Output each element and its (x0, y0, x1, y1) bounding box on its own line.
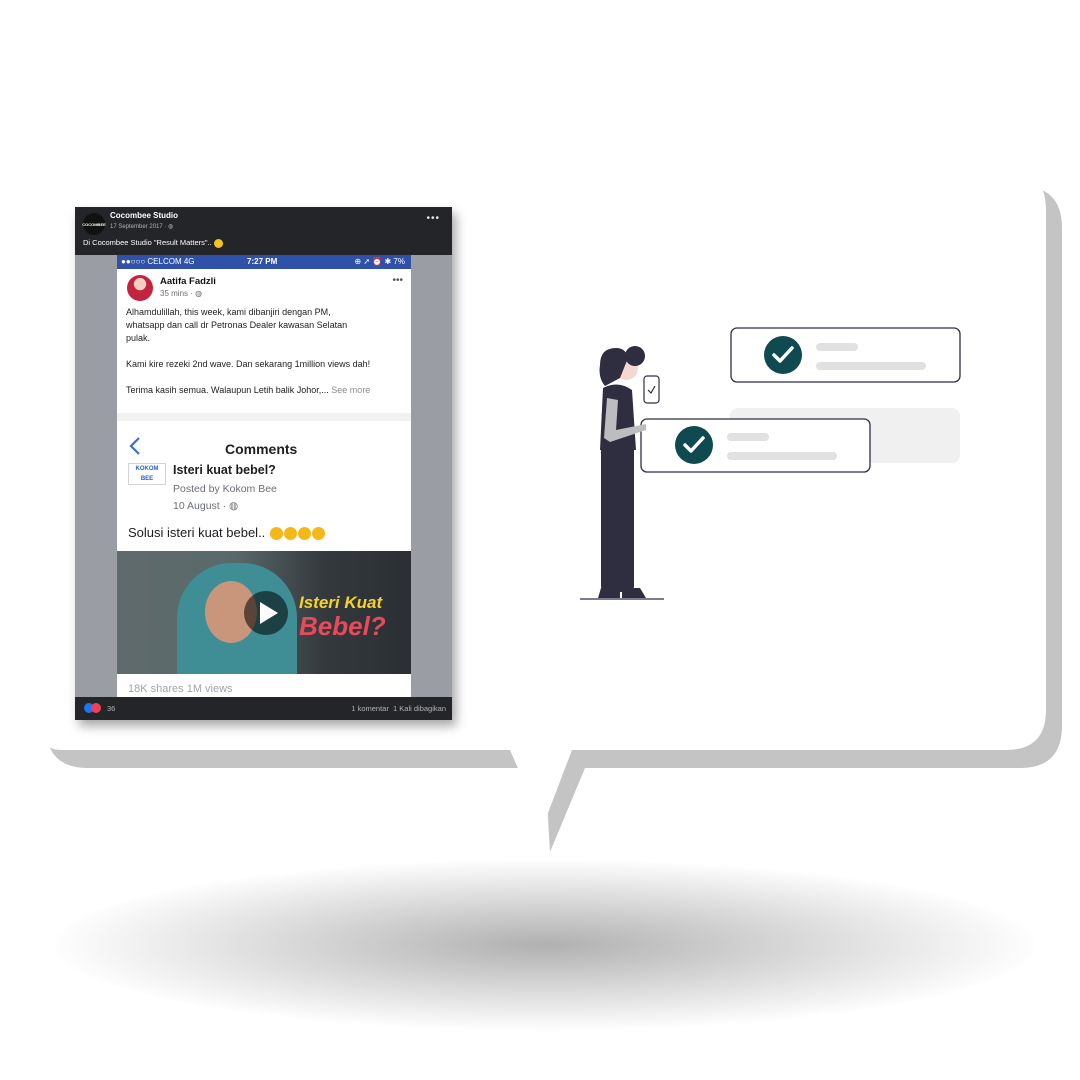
post-line-text: Terima kasih semua. Walaupun Letih balik… (126, 385, 329, 395)
post-text: Di Cocombee Studio "Result Matters".. (83, 238, 223, 248)
caption-text: Solusi isteri kuat bebel.. (128, 525, 266, 540)
page-avatar[interactable]: COCOMBEE (82, 213, 106, 235)
author-avatar (127, 275, 153, 301)
globe-icon: ◍ (195, 289, 203, 298)
author-time: 35 mins · ◍ (160, 289, 202, 298)
post-footer: 36 1 komentar 1 Kali dibagikan (75, 697, 452, 720)
check-circle-icon (675, 426, 713, 464)
shared-post-date: 10 August · ◍ (173, 500, 238, 512)
shared-date-text: 10 August · (173, 500, 230, 512)
back-chevron-icon (129, 437, 140, 455)
post-line: Alhamdulillah, this week, kami dibanjiri… (126, 307, 331, 317)
video-title-line-1: Isteri Kuat (299, 593, 383, 612)
see-more-link: See more (331, 385, 371, 395)
phone-status-bar: ●●○○○ CELCOM 4G 7:27 PM ⊕ ➚ ⏰ ✱ 7% (117, 255, 411, 269)
globe-icon: ◍ (168, 224, 174, 230)
kokom-bee-logo: KOKOM BEE (128, 463, 166, 485)
rofl-emoji-icon (311, 527, 325, 541)
video-thumbnail: Isteri Kuat Bebel? (117, 551, 411, 674)
more-options-icon: ••• (392, 275, 403, 286)
phone-screen: ●●○○○ CELCOM 4G 7:27 PM ⊕ ➚ ⏰ ✱ 7% Aatif… (117, 255, 411, 697)
check-circle-icon (764, 336, 802, 374)
post-date[interactable]: 17 September 2017 · (110, 224, 168, 230)
post-line: pulak. (126, 333, 151, 343)
author-time-text: 35 mins · (160, 289, 196, 298)
embedded-screenshot[interactable]: ●●○○○ CELCOM 4G 7:27 PM ⊕ ➚ ⏰ ✱ 7% Aatif… (75, 255, 452, 697)
play-icon (260, 602, 278, 624)
love-reaction-icon[interactable] (91, 703, 101, 713)
comments-count[interactable]: 1 komentar (351, 704, 389, 713)
post-line: Kami kire rezeki 2nd wave. Dan sekarang … (126, 359, 371, 369)
author-name: Aatifa Fadzli (160, 276, 216, 287)
comment-share-counts: 1 komentar 1 Kali dibagikan (351, 704, 446, 713)
reaction-count[interactable]: 36 (107, 704, 115, 713)
shared-post-title: Isteri kuat bebel? (173, 463, 276, 477)
smile-emoji-icon (213, 238, 223, 248)
comments-title: Comments (225, 441, 298, 457)
post-header: COCOMBEE Cocombee Studio 17 September 20… (75, 207, 452, 255)
facebook-post-card: COCOMBEE Cocombee Studio 17 September 20… (75, 207, 452, 720)
battery-status: ⊕ ➚ ⏰ ✱ 7% (354, 257, 405, 266)
page-name[interactable]: Cocombee Studio (110, 211, 178, 220)
post-line: Terima kasih semua. Walaupun Letih balik… (126, 385, 370, 395)
carrier-label: ●●○○○ CELCOM 4G (121, 257, 195, 266)
shared-post-caption: Solusi isteri kuat bebel.. (128, 525, 325, 541)
video-stats: 18K shares 1M views (128, 683, 233, 695)
laughing-emoji-icon (283, 527, 297, 541)
post-meta: 17 September 2017 · ◍ (110, 223, 173, 230)
laughing-emoji-icon (269, 527, 283, 541)
post-text-content: Di Cocombee Studio "Result Matters".. (83, 238, 212, 247)
globe-icon: ◍ (229, 500, 239, 512)
video-title-line-2: Bebel? (299, 611, 386, 641)
rofl-emoji-icon (297, 527, 311, 541)
checklist-card (730, 327, 961, 383)
post-line: whatsapp dan call dr Petronas Dealer kaw… (126, 320, 348, 330)
checklist-illustration (580, 327, 961, 600)
checklist-card (640, 418, 871, 473)
phone-time: 7:27 PM (247, 257, 278, 266)
shared-post-author: Posted by Kokom Bee (173, 483, 277, 495)
shares-count[interactable]: 1 Kali dibagikan (393, 704, 446, 713)
more-options-icon[interactable]: ••• (426, 213, 440, 224)
